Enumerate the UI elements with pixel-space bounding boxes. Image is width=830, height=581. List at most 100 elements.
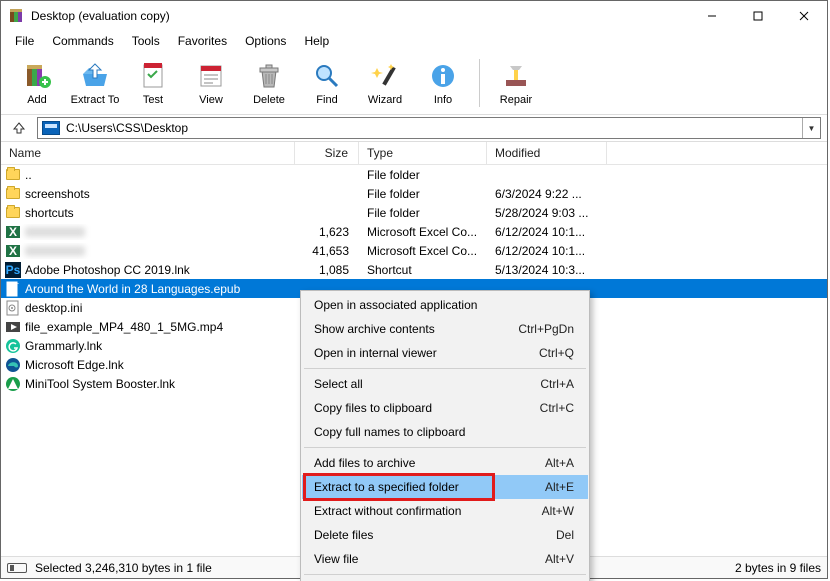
ctx-shortcut: Alt+A <box>545 456 574 470</box>
file-type: Shortcut <box>359 263 487 277</box>
file-modified: 5/13/2024 10:3... <box>487 263 607 277</box>
ctx-label: Copy full names to clipboard <box>314 425 465 439</box>
file-name: Grammarly.lnk <box>25 339 102 353</box>
extract-icon <box>79 60 111 92</box>
column-name[interactable]: Name <box>1 142 295 164</box>
toolbar-info[interactable]: Info <box>415 53 471 113</box>
wizard-icon <box>369 60 401 92</box>
file-name: .. <box>25 168 32 182</box>
ctx-shortcut: Alt+E <box>545 480 574 494</box>
file-type: File folder <box>359 206 487 220</box>
grammarly-icon <box>5 338 21 354</box>
ctx-label: Add files to archive <box>314 456 415 470</box>
file-row[interactable]: X 41,653Microsoft Excel Co...6/12/2024 10… <box>1 241 827 260</box>
menu-tools[interactable]: Tools <box>124 32 168 50</box>
toolbar-label: Extract To <box>71 94 120 106</box>
ctx-select-all[interactable]: Select allCtrl+A <box>302 372 588 396</box>
addressbar: C:\Users\CSS\Desktop ▼ <box>1 115 827 141</box>
path-dropdown-button[interactable]: ▼ <box>802 118 820 138</box>
toolbar-test[interactable]: Test <box>125 53 181 113</box>
menu-help[interactable]: Help <box>296 32 337 50</box>
file-type: File folder <box>359 187 487 201</box>
view-icon <box>195 60 227 92</box>
ctx-shortcut: Ctrl+A <box>540 377 574 391</box>
ctx-label: Extract to a specified folder <box>314 480 459 494</box>
menu-file[interactable]: File <box>7 32 42 50</box>
svg-text:X: X <box>9 225 17 239</box>
file-row[interactable]: shortcutsFile folder5/28/2024 9:03 ... <box>1 203 827 222</box>
file-row[interactable]: X1,623Microsoft Excel Co...6/12/2024 10:… <box>1 222 827 241</box>
minimize-button[interactable] <box>689 1 735 31</box>
file-name: file_example_MP4_480_1_5MG.mp4 <box>25 320 223 334</box>
menu-options[interactable]: Options <box>237 32 294 50</box>
file-type: Microsoft Excel Co... <box>359 244 487 258</box>
column-modified[interactable]: Modified <box>487 142 607 164</box>
epub-icon <box>5 281 21 297</box>
blurred-name <box>25 246 85 256</box>
file-modified: 6/12/2024 10:1... <box>487 225 607 239</box>
column-type[interactable]: Type <box>359 142 487 164</box>
maximize-button[interactable] <box>735 1 781 31</box>
toolbar-label: Delete <box>253 94 285 106</box>
file-modified: 6/12/2024 10:1... <box>487 244 607 258</box>
toolbar-delete[interactable]: Delete <box>241 53 297 113</box>
toolbar-extract-to[interactable]: Extract To <box>67 53 123 113</box>
ctx-copy-files-to-clipboard[interactable]: Copy files to clipboardCtrl+C <box>302 396 588 420</box>
ctx-open-in-associated-application[interactable]: Open in associated application <box>302 293 588 317</box>
column-size[interactable]: Size <box>295 142 359 164</box>
ctx-delete-files[interactable]: Delete filesDel <box>302 523 588 547</box>
ctx-open-in-internal-viewer[interactable]: Open in internal viewerCtrl+Q <box>302 341 588 365</box>
up-button[interactable] <box>7 118 31 138</box>
file-row[interactable]: screenshotsFile folder6/3/2024 9:22 ... <box>1 184 827 203</box>
excel-icon: X <box>5 224 21 240</box>
path-box[interactable]: C:\Users\CSS\Desktop ▼ <box>37 117 821 139</box>
file-modified: 5/28/2024 9:03 ... <box>487 206 607 220</box>
toolbar-find[interactable]: Find <box>299 53 355 113</box>
ctx-extract-without-confirmation[interactable]: Extract without confirmationAlt+W <box>302 499 588 523</box>
ctx-shortcut: Ctrl+PgDn <box>518 322 574 336</box>
ctx-shortcut: Del <box>556 528 574 542</box>
toolbar-label: Wizard <box>368 94 402 106</box>
menu-favorites[interactable]: Favorites <box>170 32 235 50</box>
toolbar-wizard[interactable]: Wizard <box>357 53 413 113</box>
toolbar-label: View <box>199 94 223 106</box>
ctx-show-archive-contents[interactable]: Show archive contentsCtrl+PgDn <box>302 317 588 341</box>
toolbar-add[interactable]: Add <box>9 53 65 113</box>
file-modified: 6/3/2024 9:22 ... <box>487 187 607 201</box>
status-right: 2 bytes in 9 files <box>735 561 821 575</box>
ctx-view-file[interactable]: View fileAlt+V <box>302 547 588 571</box>
drive-icon <box>42 121 60 135</box>
toolbar-label: Test <box>143 94 163 106</box>
toolbar-view[interactable]: View <box>183 53 239 113</box>
file-row[interactable]: ..File folder <box>1 165 827 184</box>
ctx-extract-to-a-specified-folder[interactable]: Extract to a specified folder Alt+E <box>302 475 588 499</box>
ctx-label: Extract without confirmation <box>314 504 461 518</box>
ctx-add-files-to-archive[interactable]: Add files to archive Alt+A <box>302 451 588 475</box>
file-size: 1,623 <box>295 225 359 239</box>
folder-icon <box>5 186 21 202</box>
menu-commands[interactable]: Commands <box>44 32 121 50</box>
close-button[interactable] <box>781 1 827 31</box>
repair-icon <box>500 60 532 92</box>
file-size: 41,653 <box>295 244 359 258</box>
ctx-shortcut: Ctrl+Q <box>539 346 574 360</box>
toolbar-repair[interactable]: Repair <box>488 53 544 113</box>
file-size: 1,085 <box>295 263 359 277</box>
ctx-copy-full-names-to-clipboard[interactable]: Copy full names to clipboard <box>302 420 588 444</box>
find-icon <box>311 60 343 92</box>
toolbar-label: Find <box>316 94 337 106</box>
delete-icon <box>253 60 285 92</box>
svg-text:X: X <box>9 244 17 258</box>
window: Desktop (evaluation copy) FileCommandsTo… <box>0 0 828 579</box>
toolbar: Add Extract To Test View Delete Find Wizard Inf… <box>1 51 827 115</box>
file-name: Microsoft Edge.lnk <box>25 358 124 372</box>
list-header: Name Size Type Modified <box>1 141 827 165</box>
file-row[interactable]: PsAdobe Photoshop CC 2019.lnk1,085Shortc… <box>1 260 827 279</box>
folder-icon <box>5 167 21 183</box>
minitool-icon <box>5 376 21 392</box>
test-icon <box>137 60 169 92</box>
edge-icon <box>5 357 21 373</box>
file-name: Around the World in 28 Languages.epub <box>25 282 240 296</box>
toolbar-label: Repair <box>500 94 532 106</box>
mp4-icon <box>5 319 21 335</box>
